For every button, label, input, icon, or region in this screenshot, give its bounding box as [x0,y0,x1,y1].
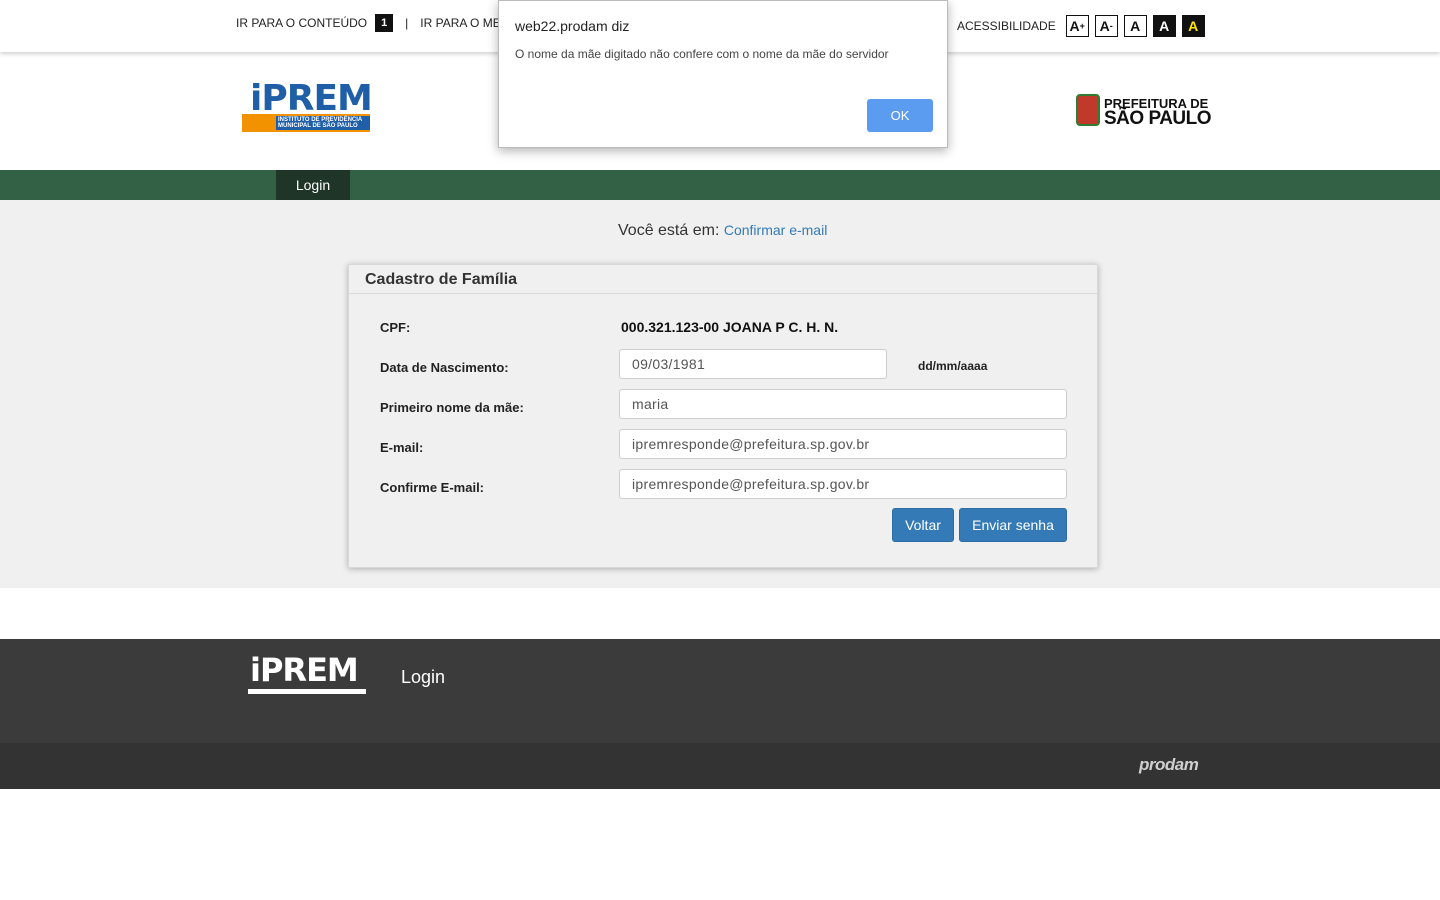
email-confirm-label: Confirme E-mail: [380,480,485,495]
skip-separator: | [405,16,409,30]
accessibility-label: ACESSIBILIDADE [957,19,1056,33]
font-normal-button[interactable]: A [1123,15,1147,37]
prefeitura-logo-line2: SÃO PAULO [1104,108,1212,129]
panel-title: Cadastro de Família [349,265,1097,294]
footer-logo-underline [248,689,366,694]
nav-item-login[interactable]: Login [276,170,350,200]
footer-bottom-bar: prodam [0,743,1440,789]
iprem-logo[interactable]: iPREM INSTITUTO DE PREVIDÊNCIA MUNICIPAL… [242,78,373,134]
city-seal-icon [1076,94,1100,126]
skip-to-content-link[interactable]: IR PARA O CONTEÚDO [236,16,367,30]
font-decrease-letter: A [1099,18,1110,34]
iprem-logo-subtitle: INSTITUTO DE PREVIDÊNCIA MUNICIPAL DE SÃ… [278,117,363,129]
font-increase-button[interactable]: A + [1065,15,1089,37]
breadcrumb-prefix: Você está em: [618,222,720,239]
prefeitura-logo[interactable]: PREFEITURA DE SÃO PAULO [1076,94,1212,129]
email-input[interactable]: ipremresponde@prefeitura.sp.gov.br [619,429,1067,459]
accessibility-controls: ACESSIBILIDADE A + A- A A A [957,15,1211,37]
cpf-value: 000.321.123-00 JOANA P C. H. N. [621,319,839,335]
breadcrumb: Você está em: Confirmar e-mail [618,222,827,240]
family-registration-panel: Cadastro de Família CPF: 000.321.123-00 … [348,264,1098,568]
birth-date-format-hint: dd/mm/aaaa [918,359,988,373]
mother-name-input[interactable]: maria [619,389,1067,419]
birth-date-label: Data de Nascimento: [380,360,509,375]
breadcrumb-current-link[interactable]: Confirmar e-mail [724,222,827,238]
footer-login-link[interactable]: Login [401,667,445,688]
alert-title: web22.prodam diz [515,18,630,34]
skip-to-menu-link[interactable]: IR PARA O ME [420,16,500,30]
skip-links: IR PARA O CONTEÚDO 1 | IR PARA O ME [236,14,501,32]
contrast-dark-button[interactable]: A [1152,15,1176,37]
contrast-yellow-button[interactable]: A [1181,15,1205,37]
footer-iprem-logo[interactable]: iPREM [248,651,366,699]
prodam-logo[interactable]: prodam [1139,755,1199,775]
font-decrease-sup: - [1109,21,1113,31]
font-increase-letter: A [1069,18,1080,34]
main-content: Você está em: Confirmar e-mail Cadastro … [0,200,1440,588]
footer: iPREM Login [0,639,1440,743]
email-confirm-input[interactable]: ipremresponde@prefeitura.sp.gov.br [619,469,1067,499]
mother-name-label: Primeiro nome da mãe: [380,400,524,415]
send-password-button[interactable]: Enviar senha [959,508,1067,542]
skip-to-content-key[interactable]: 1 [375,14,394,32]
cpf-label: CPF: [380,320,411,335]
font-increase-sup: + [1079,21,1085,31]
birth-date-input[interactable]: 09/03/1981 [619,349,887,379]
back-button[interactable]: Voltar [892,508,954,542]
alert-ok-button[interactable]: OK [867,99,933,132]
alert-message: O nome da mãe digitado não confere com o… [515,47,889,61]
font-decrease-button[interactable]: A- [1094,15,1118,37]
email-label: E-mail: [380,440,424,455]
footer-logo-word: iPREM [250,651,359,689]
iprem-logo-word: iPREM [250,78,373,119]
main-nav: Login [0,170,1440,200]
alert-dialog: web22.prodam diz O nome da mãe digitado … [498,0,948,148]
